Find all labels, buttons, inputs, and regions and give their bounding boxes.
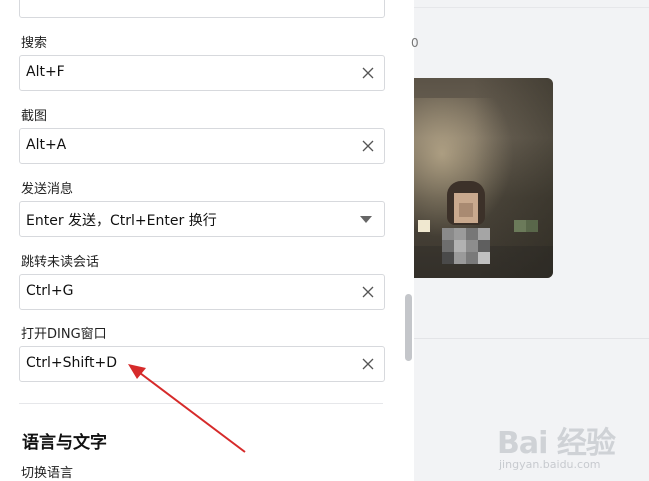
watermark-sub: jingyan.baidu.com xyxy=(499,458,601,471)
baidu-watermark: Bai 经验 jingyan.baidu.com xyxy=(497,418,616,471)
watermark-main: Bai 经验 xyxy=(497,426,616,461)
annotation-arrow xyxy=(128,364,246,453)
